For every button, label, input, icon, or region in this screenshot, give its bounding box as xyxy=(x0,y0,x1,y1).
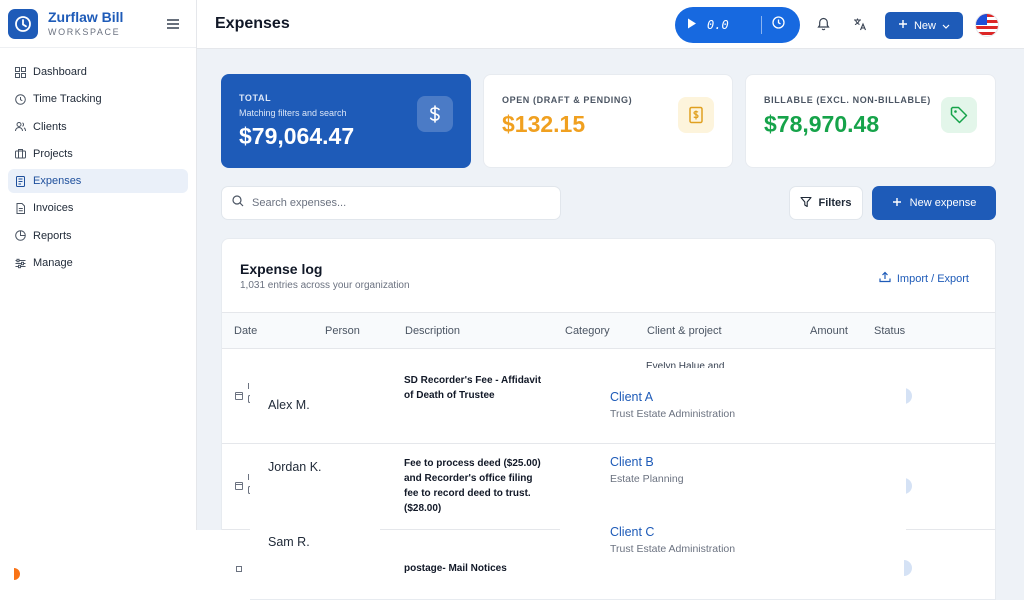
row-person: Alex M. xyxy=(268,398,310,412)
translate-icon[interactable] xyxy=(851,15,869,33)
avatar-fragment xyxy=(14,568,20,580)
briefcase-icon xyxy=(15,148,26,159)
new-button[interactable]: New xyxy=(885,12,963,39)
brand-name: Zurflaw Bill xyxy=(48,9,124,25)
clock-icon xyxy=(15,93,26,105)
calendar-icon xyxy=(235,482,243,490)
row-client-link[interactable]: Client C xyxy=(610,525,654,539)
row-description: SD Recorder's Fee - Affidavit of Death o… xyxy=(404,375,542,401)
row-project: Estate Planning xyxy=(610,473,684,485)
sidebar-item-label: Invoices xyxy=(33,202,74,215)
brand: Zurflaw Bill WORKSPACE xyxy=(0,0,196,48)
dollar-icon xyxy=(417,96,453,132)
language-flag-avatar[interactable] xyxy=(975,13,999,37)
stat-value: $78,970.48 xyxy=(764,111,880,137)
search-bar[interactable] xyxy=(221,186,561,220)
import-export-label: Import / Export xyxy=(896,272,969,285)
new-button-label: New xyxy=(913,19,936,32)
topbar: Expenses 0.0 New xyxy=(197,0,1024,49)
calendar-icon xyxy=(236,566,242,572)
sidebar-item-label: Time Tracking xyxy=(33,93,102,106)
stat-value: $79,064.47 xyxy=(239,123,355,149)
search-input[interactable] xyxy=(252,197,550,209)
plus-icon xyxy=(898,19,908,32)
row-project: Trust Estate Administration xyxy=(610,543,736,555)
sidebar-item-label: Manage xyxy=(33,257,73,270)
row-person: Sam R. xyxy=(268,535,310,549)
column-header-category[interactable]: Category xyxy=(565,325,610,337)
upload-icon xyxy=(879,271,891,286)
stat-card-open: OPEN (DRAFT & PENDING) $132.15 xyxy=(483,74,733,168)
stat-card-total: TOTAL Matching filters and search $79,06… xyxy=(221,74,471,168)
page-title: Expenses xyxy=(215,15,290,32)
plus-icon xyxy=(892,197,902,210)
expense-log-subtitle: 1,031 entries across your organization xyxy=(240,280,410,291)
sidebar-item-label: Reports xyxy=(33,229,72,242)
sidebar-item-invoices[interactable]: Invoices xyxy=(8,196,188,220)
pie-chart-icon xyxy=(15,230,26,242)
sidebar-item-expenses[interactable]: Expenses xyxy=(8,169,188,194)
timer-value: 0.0 xyxy=(707,18,729,32)
sidebar-item-manage[interactable]: Manage xyxy=(8,251,188,275)
sidebar: Zurflaw Bill WORKSPACE Dashboard Time Tr… xyxy=(0,0,197,600)
new-expense-button[interactable]: New expense xyxy=(872,186,996,220)
stat-label: TOTAL xyxy=(239,93,272,103)
grid-icon xyxy=(15,66,26,78)
sidebar-item-label: Clients xyxy=(33,120,67,133)
column-header-person[interactable]: Person xyxy=(325,325,360,337)
column-header-amount[interactable]: Amount xyxy=(810,325,848,337)
row-client-link[interactable]: Client B xyxy=(610,455,654,469)
import-export-link[interactable]: Import / Export xyxy=(879,271,969,286)
chevron-down-icon xyxy=(942,20,950,32)
sliders-icon xyxy=(15,258,26,269)
sidebar-item-label: Projects xyxy=(33,147,73,160)
column-header-status[interactable]: Status xyxy=(874,325,905,337)
sidebar-item-projects[interactable]: Projects xyxy=(8,142,188,166)
receipt-icon xyxy=(678,97,714,133)
bell-icon[interactable] xyxy=(814,15,832,33)
filters-button[interactable]: Filters xyxy=(789,186,863,220)
clock-logo-icon xyxy=(8,8,38,39)
table-header: Date Person Description Category Client … xyxy=(222,312,995,349)
calendar-icon xyxy=(235,392,243,400)
hamburger-menu-icon[interactable] xyxy=(162,13,184,35)
sidebar-item-label: Expenses xyxy=(33,175,82,188)
row-person: Jordan K. xyxy=(268,460,322,474)
stat-card-billable: BILLABLE (EXCL. NON-BILLABLE) $78,970.48 xyxy=(745,74,996,168)
sidebar-item-time-tracking[interactable]: Time Tracking xyxy=(8,87,188,111)
column-header-date[interactable]: Date xyxy=(234,325,257,337)
stat-label: OPEN (DRAFT & PENDING) xyxy=(502,95,633,105)
search-icon xyxy=(232,194,244,212)
filter-icon xyxy=(800,196,813,211)
expense-log-title: Expense log xyxy=(240,261,323,277)
stat-label: BILLABLE (EXCL. NON-BILLABLE) xyxy=(764,95,931,105)
row-project: Trust Estate Administration xyxy=(610,408,736,420)
new-expense-label: New expense xyxy=(909,197,977,209)
timer-widget[interactable]: 0.0 xyxy=(675,7,800,43)
sidebar-item-clients[interactable]: Clients xyxy=(8,115,188,139)
column-header-description[interactable]: Description xyxy=(405,325,460,337)
row-client-link[interactable]: Client A xyxy=(610,390,653,404)
tag-icon xyxy=(941,97,977,133)
sidebar-nav: Dashboard Time Tracking Clients Projects… xyxy=(0,48,196,290)
clock-icon[interactable] xyxy=(772,16,785,34)
sidebar-item-dashboard[interactable]: Dashboard xyxy=(8,60,188,84)
column-header-client-project[interactable]: Client & project xyxy=(647,325,722,337)
receipt-icon xyxy=(15,175,26,187)
row-description: Fee to process deed ($25.00) and Recorde… xyxy=(404,458,541,514)
play-icon[interactable] xyxy=(687,16,697,34)
users-icon xyxy=(15,121,26,132)
row-description: postage- Mail Notices xyxy=(404,563,507,574)
brand-subtitle: WORKSPACE xyxy=(48,27,121,37)
status-badge xyxy=(904,560,912,576)
stat-subtitle: Matching filters and search xyxy=(239,108,347,118)
document-icon xyxy=(15,202,26,214)
sidebar-item-label: Dashboard xyxy=(33,66,87,78)
filters-button-label: Filters xyxy=(818,197,852,209)
stat-value: $132.15 xyxy=(502,111,586,137)
sidebar-item-reports[interactable]: Reports xyxy=(8,224,188,248)
